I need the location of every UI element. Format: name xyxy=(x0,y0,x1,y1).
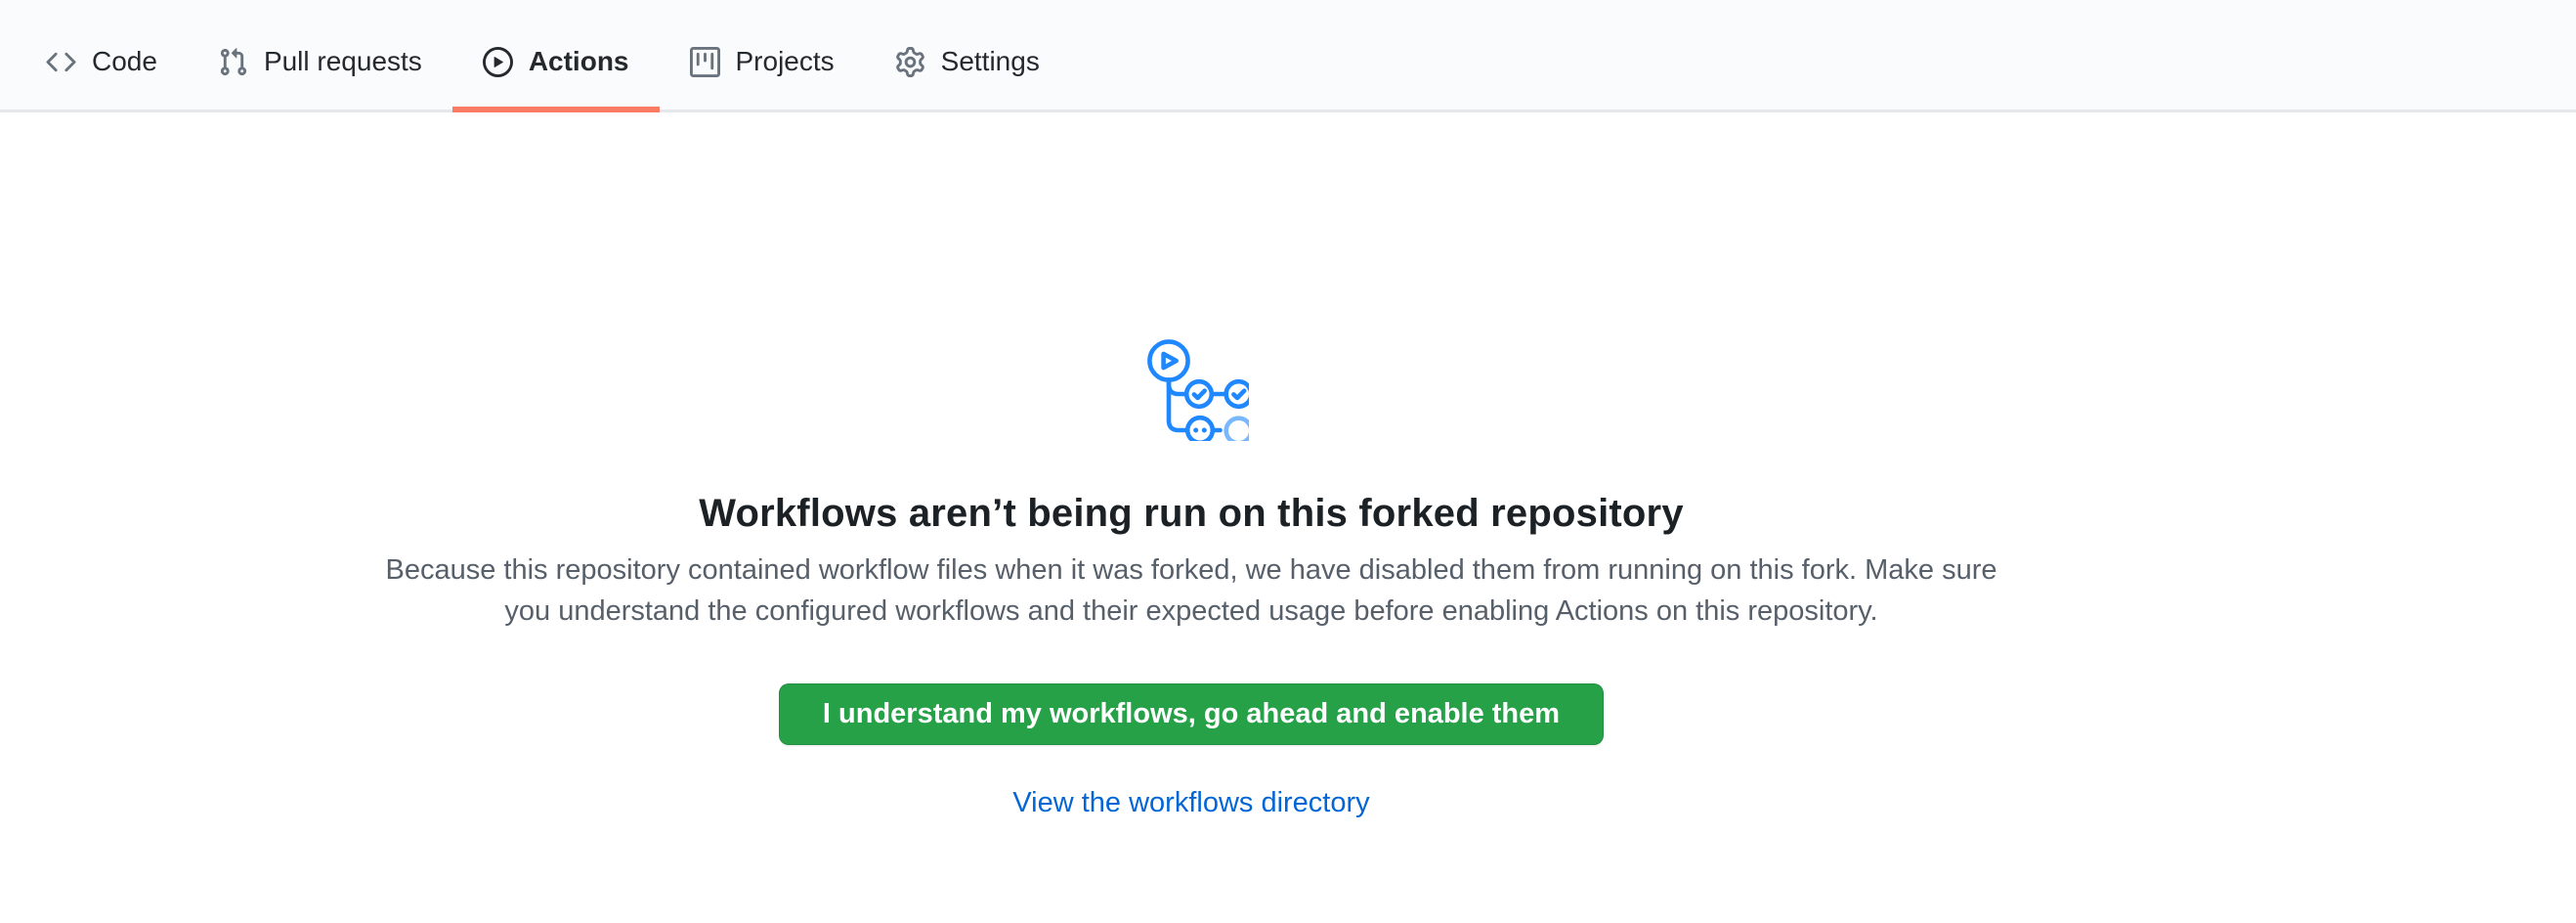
play-icon xyxy=(483,47,513,77)
project-icon xyxy=(690,47,720,77)
tab-settings[interactable]: Settings xyxy=(865,0,1070,110)
repo-tab-bar: Code Pull requests Actions Projects Sett… xyxy=(0,0,2576,112)
actions-blankslate: Workflows aren’t being run on this forke… xyxy=(0,112,2383,819)
tab-code[interactable]: Code xyxy=(16,0,188,110)
page-title: Workflows aren’t being run on this forke… xyxy=(699,492,1684,536)
git-pull-request-icon xyxy=(218,47,248,77)
tab-actions[interactable]: Actions xyxy=(452,0,660,110)
active-tab-underline xyxy=(452,107,660,112)
code-icon xyxy=(46,47,76,77)
tab-pull-requests[interactable]: Pull requests xyxy=(188,0,452,110)
tab-label: Pull requests xyxy=(264,48,422,75)
gear-icon xyxy=(895,47,925,77)
tab-projects[interactable]: Projects xyxy=(660,0,865,110)
tab-label: Settings xyxy=(941,48,1040,75)
actions-workflow-graph-icon xyxy=(1134,330,1249,441)
tab-label: Projects xyxy=(736,48,835,75)
view-workflows-directory-link[interactable]: View the workflows directory xyxy=(1012,787,1369,819)
tab-label: Actions xyxy=(529,48,629,75)
disabled-workflows-description: Because this repository contained workfl… xyxy=(380,549,2002,632)
enable-workflows-button[interactable]: I understand my workflows, go ahead and … xyxy=(779,683,1604,745)
tab-label: Code xyxy=(92,48,157,75)
